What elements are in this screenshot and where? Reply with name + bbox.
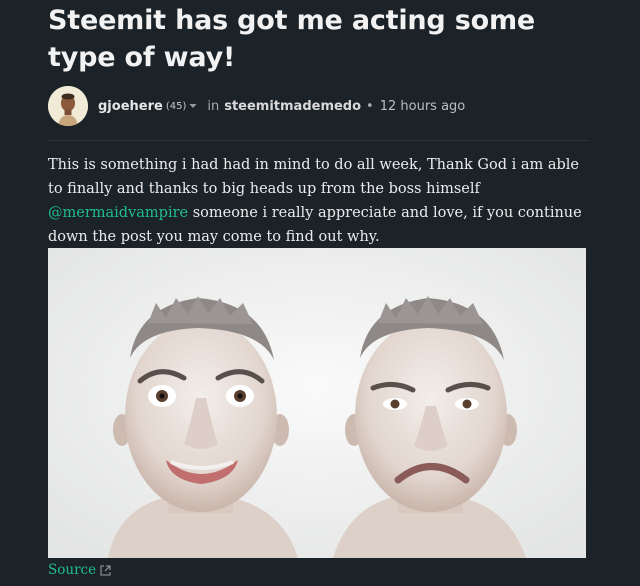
mention-link[interactable]: @mermaidvampire (48, 205, 188, 221)
avatar[interactable] (48, 86, 88, 126)
divider (48, 140, 588, 141)
post-container: Steemit has got me acting some type of w… (0, 0, 640, 586)
post-image[interactable] (48, 248, 586, 558)
author-row: gjoehere (45) in steemitmademedo • 12 ho… (48, 86, 588, 126)
body-text-start: This is something i had had in mind to d… (48, 157, 579, 197)
user-avatar-icon (48, 86, 88, 126)
separator-dot: • (366, 98, 374, 114)
community-link[interactable]: steemitmademedo (224, 99, 361, 114)
faces-illustration (48, 248, 586, 558)
external-link-icon (100, 565, 111, 576)
post-timestamp[interactable]: 12 hours ago (380, 99, 466, 114)
post-body: This is something i had had in mind to d… (48, 153, 593, 249)
author-name[interactable]: gjoehere (98, 99, 163, 114)
in-label: in (207, 98, 220, 114)
author-reputation: (45) (165, 100, 187, 112)
source-link[interactable]: Source (48, 562, 111, 578)
chevron-down-icon[interactable] (189, 103, 197, 109)
post-title: Steemit has got me acting some type of w… (48, 5, 536, 73)
source-label[interactable]: Source (48, 562, 96, 578)
